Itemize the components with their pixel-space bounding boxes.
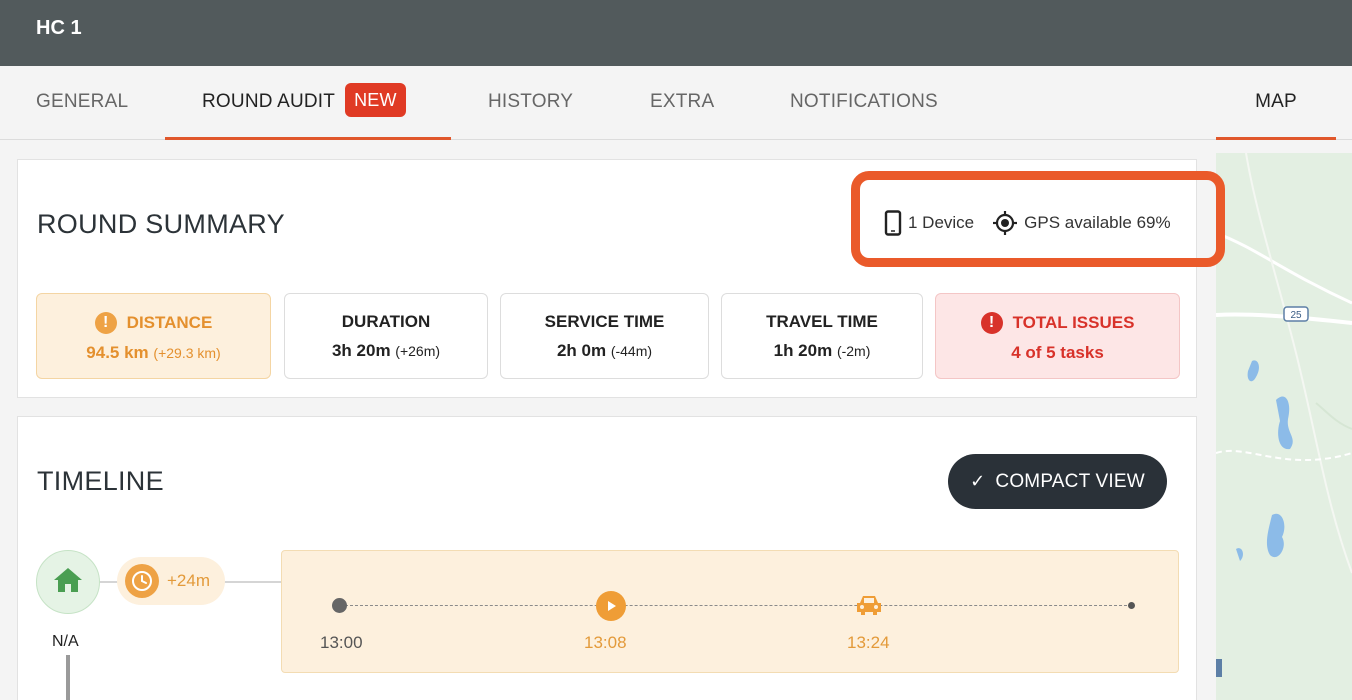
stat-travel-time[interactable]: TRAVEL TIME 1h 20m (-2m) bbox=[721, 293, 923, 379]
stat-distance[interactable]: ! DISTANCE 94.5 km (+29.3 km) bbox=[36, 293, 271, 379]
compact-view-button[interactable]: ✓ COMPACT VIEW bbox=[948, 454, 1167, 509]
tab-general-label: GENERAL bbox=[36, 91, 129, 112]
svg-text:25: 25 bbox=[1290, 310, 1302, 321]
app-title: HC 1 bbox=[36, 17, 82, 39]
timeline-title: TIMELINE bbox=[37, 466, 164, 496]
tab-general[interactable]: GENERAL bbox=[36, 66, 128, 140]
delay-text: +24m bbox=[167, 571, 210, 590]
tab-round-audit-label: ROUND AUDIT bbox=[202, 91, 336, 112]
tab-map-label: MAP bbox=[1255, 91, 1297, 112]
stat-travel-time-delta: (-2m) bbox=[836, 343, 871, 359]
stat-service-time-value: 2h 0m bbox=[556, 341, 607, 360]
stat-distance-label: DISTANCE bbox=[126, 313, 213, 332]
track-line bbox=[340, 605, 1132, 606]
compact-view-label: COMPACT VIEW bbox=[995, 470, 1145, 492]
active-tab-indicator bbox=[165, 137, 451, 140]
stat-duration-value: 3h 20m bbox=[331, 341, 391, 360]
active-tab-indicator-map bbox=[1216, 137, 1336, 140]
stat-service-time-label: SERVICE TIME bbox=[544, 312, 665, 331]
track-end-dot bbox=[1128, 602, 1135, 609]
stat-service-time-delta: (-44m) bbox=[610, 343, 653, 359]
stat-duration-delta: (+26m) bbox=[395, 343, 441, 359]
start-time-label: N/A bbox=[52, 633, 79, 650]
start-location[interactable] bbox=[36, 550, 100, 614]
stat-duration-label: DURATION bbox=[341, 312, 431, 331]
tab-map[interactable]: MAP bbox=[1216, 66, 1336, 140]
timeline-vertical-line bbox=[66, 655, 70, 700]
tab-round-audit[interactable]: ROUND AUDIT NEW bbox=[165, 66, 451, 140]
timeline-connector bbox=[224, 581, 282, 583]
stat-distance-value: 94.5 km bbox=[86, 343, 149, 362]
stat-travel-time-value: 1h 20m bbox=[773, 341, 833, 360]
stat-travel-time-label: TRAVEL TIME bbox=[766, 312, 878, 331]
time-label: 13:24 bbox=[847, 633, 890, 652]
round-summary-title: ROUND SUMMARY bbox=[37, 209, 285, 239]
home-icon bbox=[52, 566, 84, 599]
tab-history[interactable]: HISTORY bbox=[488, 66, 573, 140]
warning-icon: ! bbox=[94, 312, 117, 334]
stat-total-issues[interactable]: ! TOTAL ISSUES 4 of 5 tasks bbox=[935, 293, 1180, 379]
time-label: 13:08 bbox=[584, 633, 627, 652]
tab-extra[interactable]: EXTRA bbox=[650, 66, 714, 140]
map-panel[interactable]: 25 bbox=[1216, 153, 1352, 700]
error-icon: ! bbox=[980, 312, 1003, 334]
tab-bar: GENERAL ROUND AUDIT NEW HISTORY EXTRA NOT… bbox=[0, 66, 1352, 140]
check-icon: ✓ bbox=[970, 471, 986, 491]
timeline-card: TIMELINE ✓ COMPACT VIEW N/A +24m 13:00 1… bbox=[17, 416, 1197, 700]
play-icon[interactable] bbox=[596, 591, 626, 621]
stat-distance-delta: (+29.3 km) bbox=[153, 345, 221, 361]
tab-history-label: HISTORY bbox=[488, 91, 574, 112]
stat-total-issues-label: TOTAL ISSUES bbox=[1012, 313, 1135, 332]
time-label: 13:00 bbox=[320, 633, 363, 652]
tab-extra-label: EXTRA bbox=[650, 91, 715, 112]
stat-total-issues-value: 4 of 5 tasks bbox=[1011, 343, 1104, 362]
app-header: HC 1 bbox=[0, 0, 1352, 66]
timeline-track[interactable]: 13:00 13:08 13:24 bbox=[281, 550, 1179, 673]
clock-icon bbox=[125, 564, 159, 598]
tab-notifications[interactable]: NOTIFICATIONS bbox=[790, 66, 938, 140]
stat-service-time[interactable]: SERVICE TIME 2h 0m (-44m) bbox=[500, 293, 709, 379]
track-start-dot bbox=[332, 598, 347, 613]
car-icon[interactable] bbox=[855, 593, 883, 622]
new-badge: NEW bbox=[345, 82, 406, 117]
highlight-annotation bbox=[851, 171, 1225, 267]
map-canvas: 25 bbox=[1216, 153, 1352, 677]
stat-duration[interactable]: DURATION 3h 20m (+26m) bbox=[284, 293, 488, 379]
delay-pill[interactable]: +24m bbox=[117, 557, 225, 605]
tab-notifications-label: NOTIFICATIONS bbox=[790, 91, 938, 112]
